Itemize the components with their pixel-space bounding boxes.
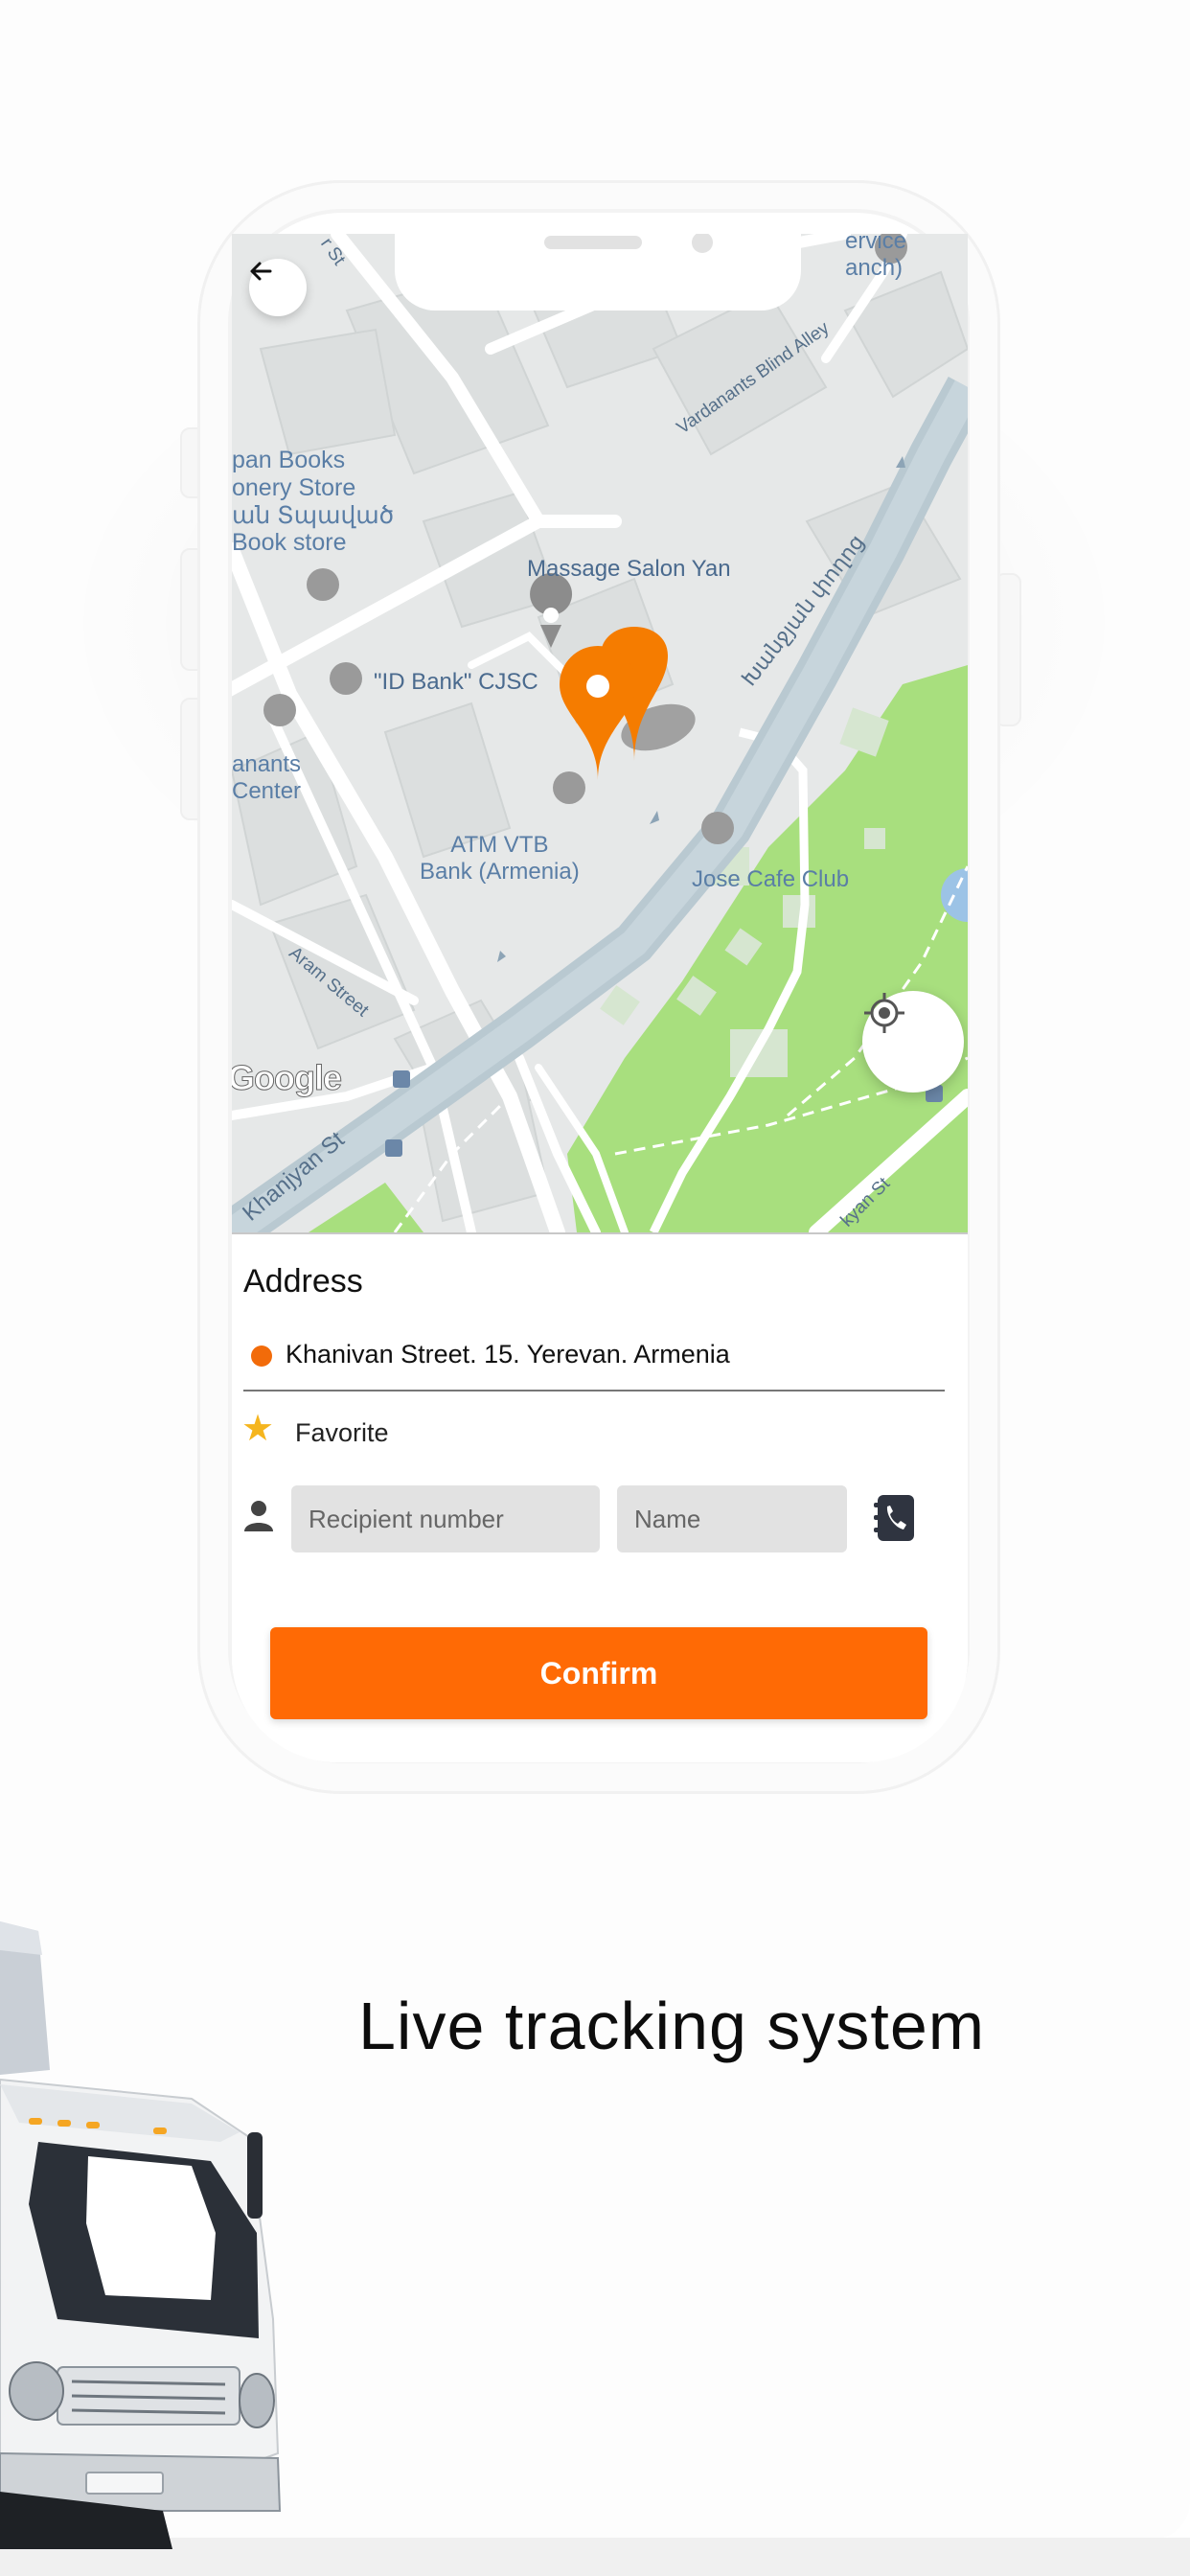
- poi-label-atm: ATM VTB Bank (Armenia): [420, 832, 580, 885]
- recipient-name-input[interactable]: [617, 1485, 847, 1552]
- phone-camera: [692, 234, 713, 253]
- favorite-label[interactable]: Favorite: [295, 1418, 389, 1448]
- poi-label-bank: "ID Bank" CJSC: [374, 669, 538, 695]
- google-attribution: Google: [232, 1058, 343, 1098]
- contact-book-icon[interactable]: [872, 1493, 916, 1543]
- back-arrow-icon: [250, 262, 272, 281]
- poi-label-cafe: Jose Cafe Club: [692, 866, 850, 892]
- recipient-number-input[interactable]: [291, 1485, 600, 1552]
- poi-label-books: pan Books onery Store ան Տպաված Book sto…: [232, 447, 395, 557]
- star-icon[interactable]: ★: [241, 1411, 274, 1447]
- my-location-button[interactable]: [862, 991, 964, 1092]
- address-sheet: Address Khanivan Street. 15. Yerevan. Ar…: [232, 1232, 968, 1762]
- confirm-button[interactable]: Confirm: [270, 1627, 927, 1719]
- phone-speaker: [544, 236, 642, 249]
- address-title: Address: [243, 1263, 363, 1300]
- address-value[interactable]: Khanivan Street. 15. Yerevan. Armenia: [286, 1340, 730, 1369]
- map-tiles: [232, 234, 968, 1232]
- address-dot-icon: [251, 1346, 272, 1367]
- phone-notch: [395, 234, 801, 310]
- map-view[interactable]: pan Books onery Store ան Տպաված Book sto…: [232, 234, 968, 1232]
- feature-headline: Live tracking system: [358, 1989, 986, 2063]
- truck-illustration: [0, 1921, 282, 2549]
- my-location-icon: [864, 993, 904, 1033]
- poi-label-service: ervice anch): [845, 234, 907, 281]
- poi-label-massage: Massage Salon Yan: [527, 556, 731, 582]
- person-icon: [244, 1501, 273, 1531]
- address-underline: [243, 1390, 945, 1392]
- back-button[interactable]: [249, 259, 307, 316]
- phone-screen: pan Books onery Store ան Տպաված Book sto…: [232, 234, 968, 1762]
- poi-label-center: anants Center: [232, 751, 302, 804]
